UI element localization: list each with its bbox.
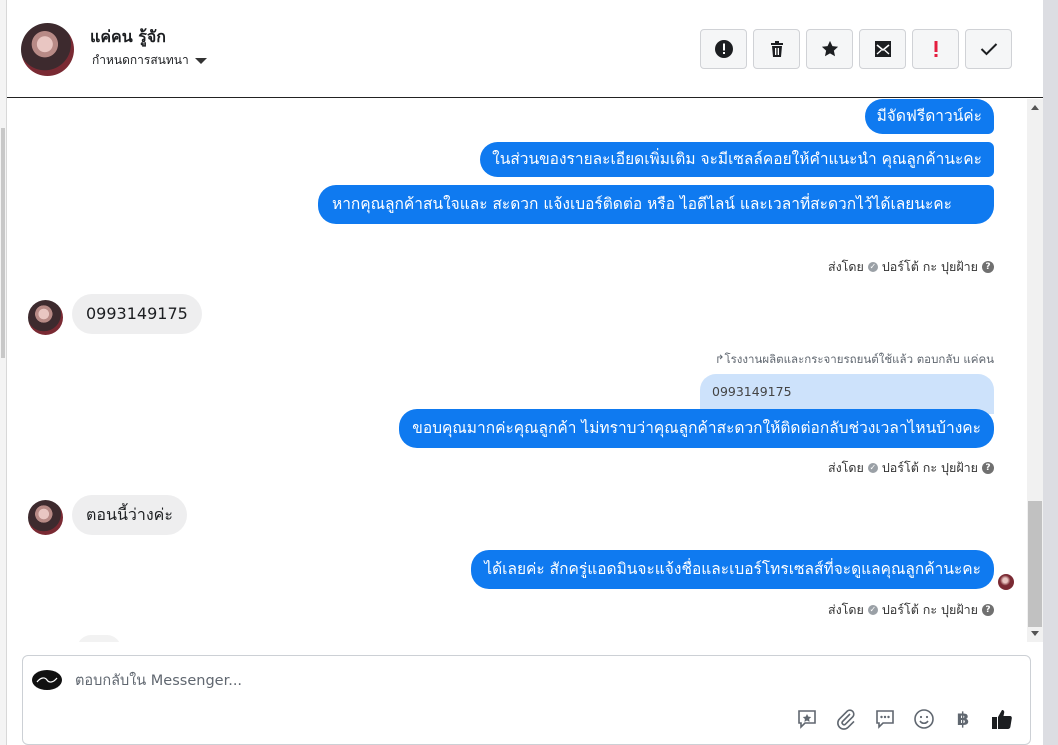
- quoted-message[interactable]: 0993149175: [700, 374, 994, 414]
- outgoing-message[interactable]: ในส่วนของรายละเอียดเพิ่มเติม จะมีเซลล์คอ…: [480, 142, 994, 177]
- read-receipt-avatar: [998, 574, 1014, 590]
- header-actions: [700, 29, 1012, 69]
- sent-by-row: ส่งโดย ✓ ปอร์โต้ กะ ปุยฝ้าย ?: [828, 600, 994, 620]
- baht-icon: ฿: [956, 708, 970, 730]
- message-scrollbar-thumb[interactable]: [1028, 501, 1042, 627]
- comment-icon: [876, 710, 894, 729]
- star-icon: [821, 40, 838, 57]
- verified-check-icon: ✓: [867, 463, 878, 473]
- reply-arrow-icon: ↱: [714, 352, 725, 366]
- mark-done-button[interactable]: [965, 29, 1012, 69]
- outgoing-message[interactable]: หากคุณลูกค้าสนใจและ สะดวก แจ้งเบอร์ติดต่…: [318, 185, 994, 224]
- contact-avatar[interactable]: [21, 23, 74, 76]
- verified-check-icon: ✓: [867, 605, 878, 615]
- incoming-message[interactable]: ตอนนี้ว่างค่ะ: [72, 495, 187, 535]
- sender-name[interactable]: ปอร์โต้ กะ ปุยฝ้าย: [882, 257, 978, 277]
- envelope-icon: [874, 41, 891, 57]
- left-scrollbar-thumb[interactable]: [1, 128, 5, 358]
- attach-file-button[interactable]: [834, 707, 858, 731]
- check-icon: [980, 43, 997, 56]
- sent-by-label: ส่งโดย: [827, 259, 864, 274]
- saved-reply-button[interactable]: [795, 707, 819, 731]
- scroll-up-arrow[interactable]: [1031, 105, 1039, 110]
- sender-name[interactable]: ปอร์โต้ กะ ปุยฝ้าย: [882, 458, 978, 478]
- mark-unread-button[interactable]: [859, 29, 906, 69]
- page-logo-mark: [36, 677, 58, 683]
- reply-meta: ↱โรงงานผลิตและกระจายรถยนต์ใช้แล้ว ตอบกลั…: [715, 351, 994, 369]
- scroll-down-arrow[interactable]: [1031, 631, 1039, 636]
- like-button[interactable]: [990, 707, 1014, 731]
- incoming-message[interactable]: 0993149175: [72, 294, 202, 334]
- reply-composer: ฿: [22, 655, 1031, 745]
- sent-by-row: ส่งโดย ✓ ปอร์โต้ กะ ปุยฝ้าย ?: [828, 458, 994, 478]
- sent-by-row: ส่งโดย ✓ ปอร์โต้ กะ ปุยฝ้าย ?: [828, 257, 994, 277]
- attachment-icon: [837, 709, 855, 730]
- messenger-conversation: แค่คน รู้จัก กำหนดการสนทนา มีจัดฟรีดาวน์…: [0, 0, 1058, 745]
- emoji-icon: [914, 709, 934, 729]
- contact-name[interactable]: แค่คน รู้จัก: [90, 25, 166, 50]
- contact-avatar-small[interactable]: [28, 500, 63, 535]
- help-icon[interactable]: ?: [982, 261, 994, 273]
- sent-by-label: ส่งโดย: [827, 602, 864, 617]
- mark-important-button[interactable]: [912, 29, 959, 69]
- reply-input[interactable]: [75, 670, 675, 692]
- star-button[interactable]: [806, 29, 853, 69]
- composer-tools: ฿: [795, 707, 1014, 731]
- delete-button[interactable]: [753, 29, 800, 69]
- report-spam-button[interactable]: [700, 29, 747, 69]
- page-logo: [32, 670, 62, 690]
- sender-name[interactable]: ปอร์โต้ กะ ปุยฝ้าย: [882, 600, 978, 620]
- typing-indicator: [77, 635, 121, 642]
- left-scrollbar[interactable]: [0, 0, 7, 745]
- trash-icon: [770, 41, 783, 57]
- conversation-header: แค่คน รู้จัก กำหนดการสนทนา: [7, 0, 1043, 98]
- contact-avatar-small[interactable]: [28, 300, 63, 335]
- verified-check-icon: ✓: [867, 262, 878, 272]
- payment-button[interactable]: ฿: [951, 707, 975, 731]
- message-list[interactable]: มีจัดฟรีดาวน์ค่ะ ในส่วนของรายละเอียดเพิ่…: [7, 99, 1027, 642]
- assign-conversation-dropdown[interactable]: กำหนดการสนทนา: [92, 51, 207, 70]
- message-scrollbar[interactable]: [1027, 99, 1043, 642]
- assign-label: กำหนดการสนทนา: [92, 53, 189, 67]
- sent-by-label: ส่งโดย: [827, 460, 864, 475]
- exclamation-circle-icon: [714, 40, 733, 58]
- saved-reply-icon: [798, 710, 816, 729]
- outgoing-message[interactable]: ขอบคุณมากค่ะคุณลูกค้า ไม่ทราบว่าคุณลูกค้…: [399, 409, 994, 448]
- exclamation-icon: [934, 41, 937, 57]
- outgoing-message[interactable]: มีจัดฟรีดาวน์ค่ะ: [864, 99, 994, 134]
- caret-down-icon: [194, 57, 207, 64]
- help-icon[interactable]: ?: [982, 604, 994, 616]
- outgoing-message[interactable]: ได้เลยค่ะ สักครู่แอดมินจะแจ้งชื่อและเบอร…: [471, 550, 994, 589]
- thumbs-up-icon: [992, 710, 1012, 729]
- help-icon[interactable]: ?: [982, 462, 994, 474]
- emoji-button[interactable]: [912, 707, 936, 731]
- comment-button[interactable]: [873, 707, 897, 731]
- right-edge-panel: [1043, 0, 1058, 745]
- reply-meta-text: โรงงานผลิตและกระจายรถยนต์ใช้แล้ว ตอบกลับ…: [724, 352, 994, 366]
